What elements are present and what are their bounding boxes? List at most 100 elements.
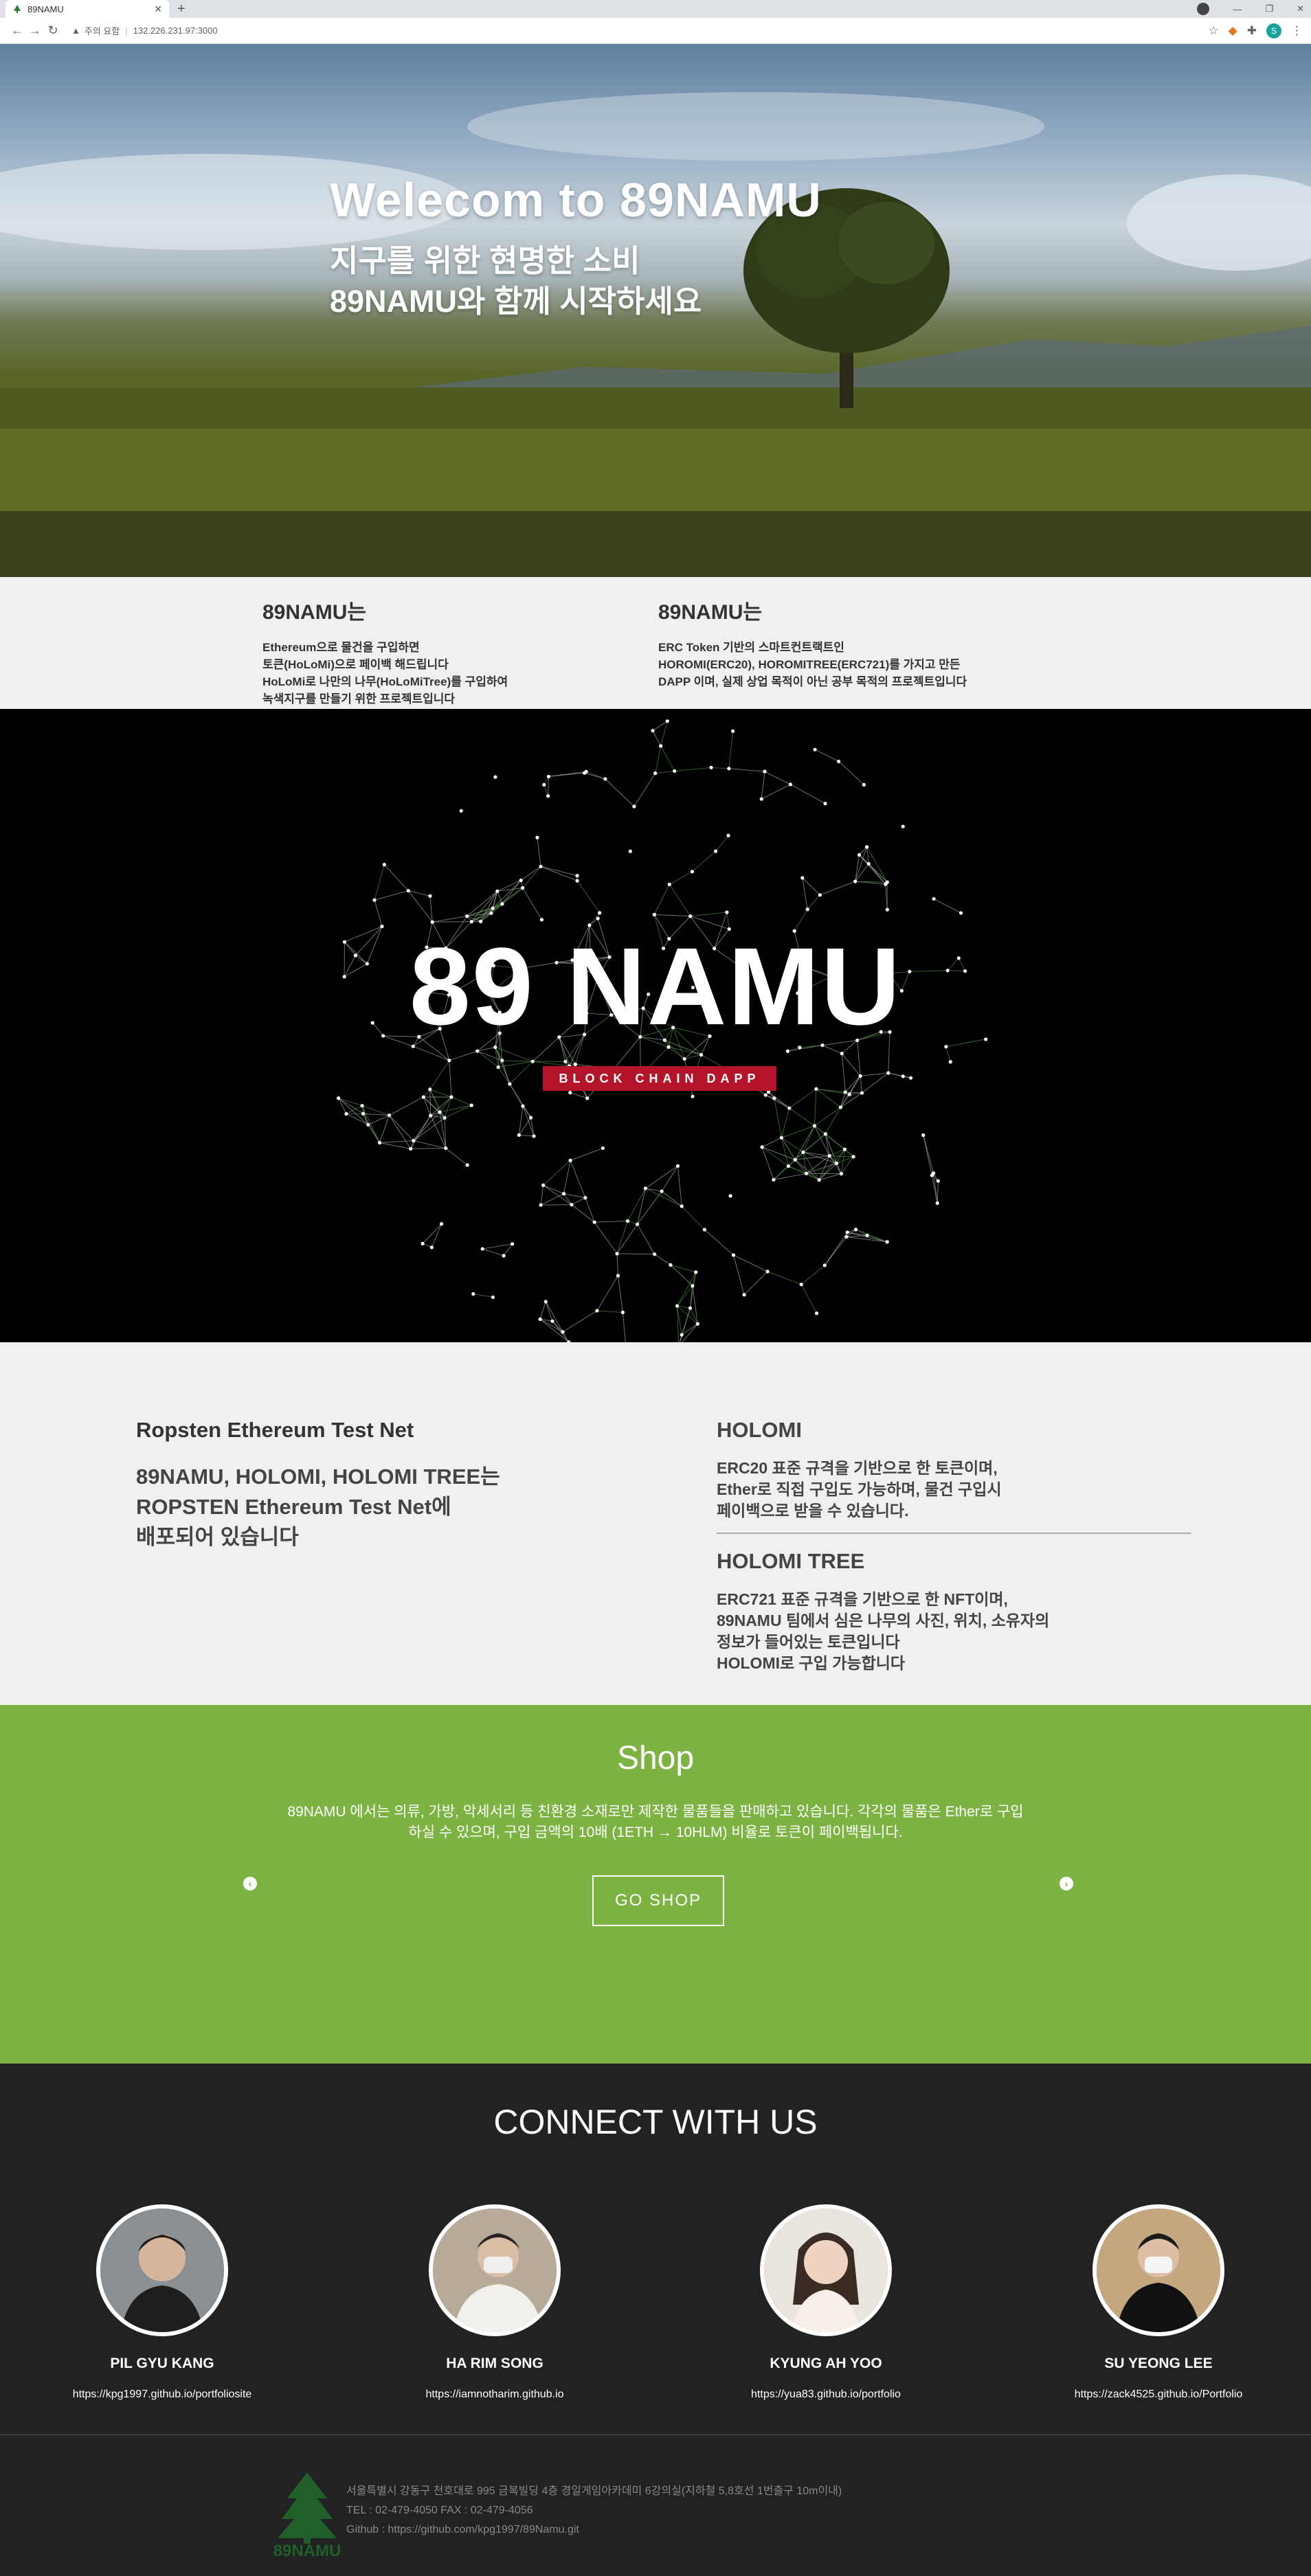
holomi-line: Ether로 직접 구입도 가능하며, 물건 구입시	[717, 1480, 1002, 1498]
toolbar-right: ☆ ◆ ✚ S ⋮	[1208, 23, 1303, 38]
logo-text: 89NAMU	[273, 2542, 341, 2559]
member-photo	[1092, 2204, 1224, 2336]
holomi-tree-line: 89NAMU 팀에서 심은 나무의 사진, 위치, 소유자의	[717, 1612, 1050, 1629]
blockchain-banner: 89 NAMU BLOCK CHAIN DAPP	[0, 709, 1311, 1342]
team-member-card: HA RIM SONG https://iamnotharim.github.i…	[392, 2204, 598, 2401]
member-portfolio-link[interactable]: https://iamnotharim.github.io	[392, 2388, 598, 2401]
close-tab-icon[interactable]: ✕	[154, 3, 162, 15]
profile-avatar[interactable]: S	[1266, 23, 1281, 38]
intro-left-line: 토큰(HoLoMi)으로 페이백 해드립니다	[262, 658, 449, 671]
info-section: Ropsten Ethereum Test Net 89NAMU, HOLOMI…	[0, 1342, 1311, 1705]
team-member-card: SU YEONG LEE https://zack4525.github.io/…	[1055, 2204, 1262, 2401]
member-name: PIL GYU KANG	[110, 2355, 214, 2371]
team-member-card: KYUNG AH YOO https://yua83.github.io/por…	[723, 2204, 929, 2401]
holomi-tree-text: ERC721 표준 규격을 기반으로 한 NFT이며, 89NAMU 팀에서 심…	[717, 1589, 1191, 1674]
browser-tab[interactable]: 89NAMU ✕	[5, 0, 169, 18]
minimize-icon[interactable]: —	[1233, 4, 1242, 14]
footer-info: 서울특별시 강동구 천호대로 995 금복빌딩 4층 경일게임아카데미 6강의실…	[346, 2482, 842, 2540]
back-icon[interactable]: ←	[8, 23, 26, 38]
member-photo	[760, 2204, 892, 2336]
url-text: 132.226.231.97:3000	[133, 25, 218, 36]
holomi-tree-line: HOLOMI로 구입 가능합니다	[717, 1654, 906, 1672]
intro-left-heading: 89NAMU는	[262, 601, 366, 624]
member-portfolio-link[interactable]: https://yua83.github.io/portfolio	[723, 2388, 929, 2401]
browser-tab-bar: 89NAMU ✕ + — ❐ ✕	[0, 0, 1311, 18]
carousel-next-icon[interactable]: ›	[1060, 1877, 1073, 1890]
intro-left-line: 녹색지구를 만들기 위한 프로젝트입니다	[262, 692, 456, 705]
member-portfolio-link[interactable]: https://kpg1997.github.io/portfoliosite	[59, 2388, 265, 2401]
profile-menu-icon[interactable]	[1197, 3, 1210, 15]
hero-banner: Welecom to 89NAMU 지구를 위한 현명한 소비 89NAMU와 …	[0, 44, 1311, 577]
footer-phone: TEL : 02-479-4050 FAX : 02-479-4056	[346, 2505, 533, 2516]
tab-title: 89NAMU	[27, 3, 64, 14]
holomi-text: ERC20 표준 규격을 기반으로 한 토큰이며, Ether로 직접 구입도 …	[717, 1458, 1191, 1522]
tree-favicon-icon	[14, 5, 21, 13]
metamask-extension-icon[interactable]: ◆	[1229, 24, 1237, 38]
connect-title: CONNECT WITH US	[493, 2103, 818, 2141]
carousel-prev-icon[interactable]: ‹	[243, 1877, 257, 1890]
testnet-text: 89NAMU, HOLOMI, HOLOMI TREE는 ROPSTEN Eth…	[136, 1462, 562, 1552]
member-name: HA RIM SONG	[446, 2355, 544, 2371]
token-info: HOLOMI ERC20 표준 규격을 기반으로 한 토큰이며, Ether로 …	[717, 1418, 1191, 1674]
connect-section: CONNECT WITH US PIL GYU KANG https://kpg…	[0, 2064, 1311, 2434]
member-photo	[96, 2204, 228, 2336]
testnet-line: ROPSTEN Ethereum Test Net에	[136, 1495, 451, 1519]
testnet-heading: Ropsten Ethereum Test Net	[136, 1418, 414, 1442]
restore-icon[interactable]: ❐	[1265, 3, 1273, 14]
url-separator: |	[125, 25, 128, 36]
holomi-tree-line: ERC721 표준 규격을 기반으로 한 NFT이며,	[717, 1590, 1008, 1608]
section-divider	[717, 1533, 1191, 1534]
holomi-tree-line: 정보가 들어있는 토큰입니다	[717, 1633, 900, 1651]
warning-icon[interactable]: ▲	[71, 25, 80, 36]
intro-right-line: HOROMI(ERC20), HOROMITREE(ERC721)를 가지고 만…	[658, 658, 961, 671]
site-logo[interactable]: 89NAMU	[269, 2470, 345, 2559]
close-window-icon[interactable]: ✕	[1297, 3, 1304, 14]
testnet-line: 89NAMU, HOLOMI, HOLOMI TREE는	[136, 1465, 500, 1489]
team-member-card: PIL GYU KANG https://kpg1997.github.io/p…	[59, 2204, 265, 2401]
url-field[interactable]: ▲ 주의 요함 | 132.226.231.97:3000	[71, 21, 218, 41]
shop-title: Shop	[616, 1740, 695, 1776]
intro-right: 89NAMU는 ERC Token 기반의 스마트컨트랙트인 HOROMI(ER…	[658, 595, 1084, 690]
intro-right-line: DAPP 이며, 실제 상업 목적이 아닌 공부 목적의 프로젝트입니다	[658, 675, 967, 688]
extensions-puzzle-icon[interactable]: ✚	[1247, 24, 1257, 38]
hero-subtitle: 지구를 위한 현명한 소비 89NAMU와 함께 시작하세요	[330, 241, 822, 321]
security-label: 주의 요함	[84, 26, 120, 36]
forward-icon[interactable]: →	[26, 23, 44, 38]
testnet-info: Ropsten Ethereum Test Net 89NAMU, HOLOMI…	[136, 1418, 562, 1552]
address-bar: ← → ↻ ▲ 주의 요함 | 132.226.231.97:3000 ☆ ◆ …	[0, 18, 1311, 44]
banner-title: 89 NAMU	[409, 925, 902, 1048]
intro-section: 89NAMU는 Ethereum으로 물건을 구입하면 토큰(HoLoMi)으로…	[0, 577, 1311, 709]
holomi-line: ERC20 표준 규격을 기반으로 한 토큰이며,	[717, 1459, 998, 1477]
member-name: SU YEONG LEE	[1104, 2355, 1213, 2371]
member-photo	[429, 2204, 561, 2336]
footer-github-link[interactable]: Github : https://github.com/kpg1997/89Na…	[346, 2520, 842, 2540]
intro-left-line: Ethereum으로 물건을 구입하면	[262, 641, 420, 654]
more-menu-icon[interactable]: ⋮	[1291, 24, 1303, 38]
holomi-tree-heading: HOLOMI TREE	[717, 1549, 865, 1573]
site-footer: 89NAMU 서울특별시 강동구 천호대로 995 금복빌딩 4층 경일게임아카…	[0, 2434, 1311, 2576]
hero-text: Welecom to 89NAMU 지구를 위한 현명한 소비 89NAMU와 …	[330, 171, 822, 321]
member-name: KYUNG AH YOO	[770, 2355, 882, 2371]
new-tab-icon[interactable]: +	[177, 1, 186, 16]
holomi-line: 페이백으로 받을 수 있습니다.	[717, 1502, 909, 1519]
shop-section: Shop 89NAMU 에서는 의류, 가방, 악세서리 등 친환경 소재로만 …	[0, 1705, 1311, 2064]
window-controls: — ❐ ✕	[1197, 0, 1304, 18]
footer-address: 서울특별시 강동구 천호대로 995 금복빌딩 4층 경일게임아카데미 6강의실…	[346, 2485, 842, 2497]
intro-left-line: HoLoMi로 나만의 나무(HoLoMiTree)를 구입하여	[262, 675, 508, 688]
shop-description-line: 89NAMU 에서는 의류, 가방, 악세서리 등 친환경 소재로만 제작한 물…	[287, 1804, 1024, 1820]
hero-subtitle-line1: 지구를 위한 현명한 소비	[330, 243, 640, 278]
member-portfolio-link[interactable]: https://zack4525.github.io/Portfolio	[1055, 2388, 1262, 2401]
testnet-line: 배포되어 있습니다	[136, 1525, 299, 1549]
dapp-badge: BLOCK CHAIN DAPP	[543, 1066, 776, 1091]
shop-description: 89NAMU 에서는 의류, 가방, 악세서리 등 친환경 소재로만 제작한 물…	[257, 1802, 1054, 1843]
intro-left: 89NAMU는 Ethereum으로 물건을 구입하면 토큰(HoLoMi)으로…	[262, 595, 647, 708]
reload-icon[interactable]: ↻	[44, 23, 62, 38]
intro-right-line: ERC Token 기반의 스마트컨트랙트인	[658, 641, 844, 654]
go-shop-button[interactable]: GO SHOP	[592, 1875, 724, 1926]
shop-description-line: 하실 수 있으며, 구입 금액의 10배 (1ETH → 10HLM) 비율로 …	[408, 1824, 903, 1840]
bookmark-star-icon[interactable]: ☆	[1208, 24, 1218, 38]
intro-right-heading: 89NAMU는	[658, 601, 762, 624]
holomi-heading: HOLOMI	[717, 1418, 802, 1442]
hero-title: Welecom to 89NAMU	[330, 173, 822, 227]
hero-subtitle-line2: 89NAMU와 함께 시작하세요	[330, 283, 702, 319]
